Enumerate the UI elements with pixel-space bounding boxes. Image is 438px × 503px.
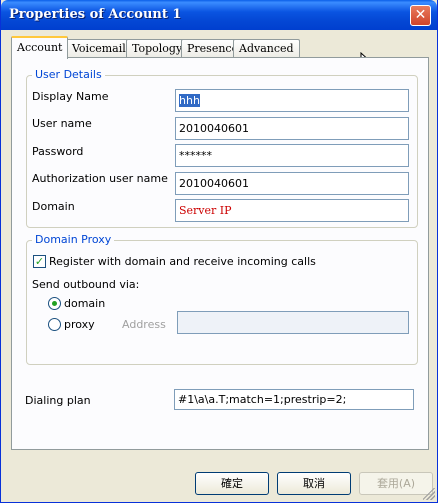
radio-domain[interactable]: [48, 297, 61, 310]
auth-user-name-field[interactable]: 2010040601: [175, 172, 409, 195]
domain-proxy-legend: Domain Proxy: [32, 233, 115, 246]
window-title: Properties of Account 1: [9, 7, 182, 22]
password-field[interactable]: ******: [175, 144, 409, 167]
radio-proxy[interactable]: [48, 318, 61, 331]
domain-proxy-group: Domain Proxy ✓ Register with domain and …: [26, 233, 418, 365]
close-button[interactable]: ✕: [410, 5, 431, 26]
domain-label: Domain: [32, 200, 75, 213]
close-icon: ✕: [414, 7, 427, 23]
domain-field[interactable]: Server IP: [175, 199, 409, 222]
password-label: Password: [32, 145, 84, 158]
display-name-value: hhh: [179, 94, 200, 107]
title-bar[interactable]: Properties of Account 1 ✕: [1, 0, 437, 30]
dialing-plan-label: Dialing plan: [25, 394, 91, 407]
properties-dialog: Properties of Account 1 ✕ Account Voicem…: [0, 0, 438, 503]
display-name-field[interactable]: hhh: [175, 89, 409, 112]
user-name-field[interactable]: 2010040601: [175, 117, 409, 140]
dialing-plan-field[interactable]: #1\a\a.T;match=1;prestrip=2;: [174, 389, 414, 410]
tab-advanced[interactable]: Advanced: [233, 39, 300, 58]
register-checkbox[interactable]: ✓: [33, 255, 46, 268]
tab-voicemail[interactable]: Voicemail: [66, 39, 132, 58]
check-icon: ✓: [34, 255, 45, 268]
register-checkbox-label[interactable]: Register with domain and receive incomin…: [49, 255, 316, 268]
user-details-group: User Details Display Name hhh User name …: [26, 68, 418, 228]
radio-domain-label[interactable]: domain: [64, 297, 105, 310]
resize-grip[interactable]: [423, 488, 435, 500]
ok-button[interactable]: 確定: [195, 472, 269, 495]
apply-button[interactable]: 套用(A): [359, 472, 433, 495]
tab-topology[interactable]: Topology: [126, 39, 189, 58]
radio-proxy-label[interactable]: proxy: [64, 318, 95, 331]
tab-account[interactable]: Account: [11, 36, 69, 59]
display-name-label: Display Name: [32, 90, 109, 103]
auth-user-name-label: Authorization user name: [32, 172, 168, 185]
cancel-button[interactable]: 取消: [277, 472, 351, 495]
address-field[interactable]: [177, 311, 409, 334]
send-outbound-label: Send outbound via:: [32, 278, 140, 291]
user-details-legend: User Details: [32, 68, 105, 81]
user-name-label: User name: [32, 117, 92, 130]
account-tab-panel: User Details Display Name hhh User name …: [11, 57, 429, 450]
address-label: Address: [122, 318, 166, 331]
